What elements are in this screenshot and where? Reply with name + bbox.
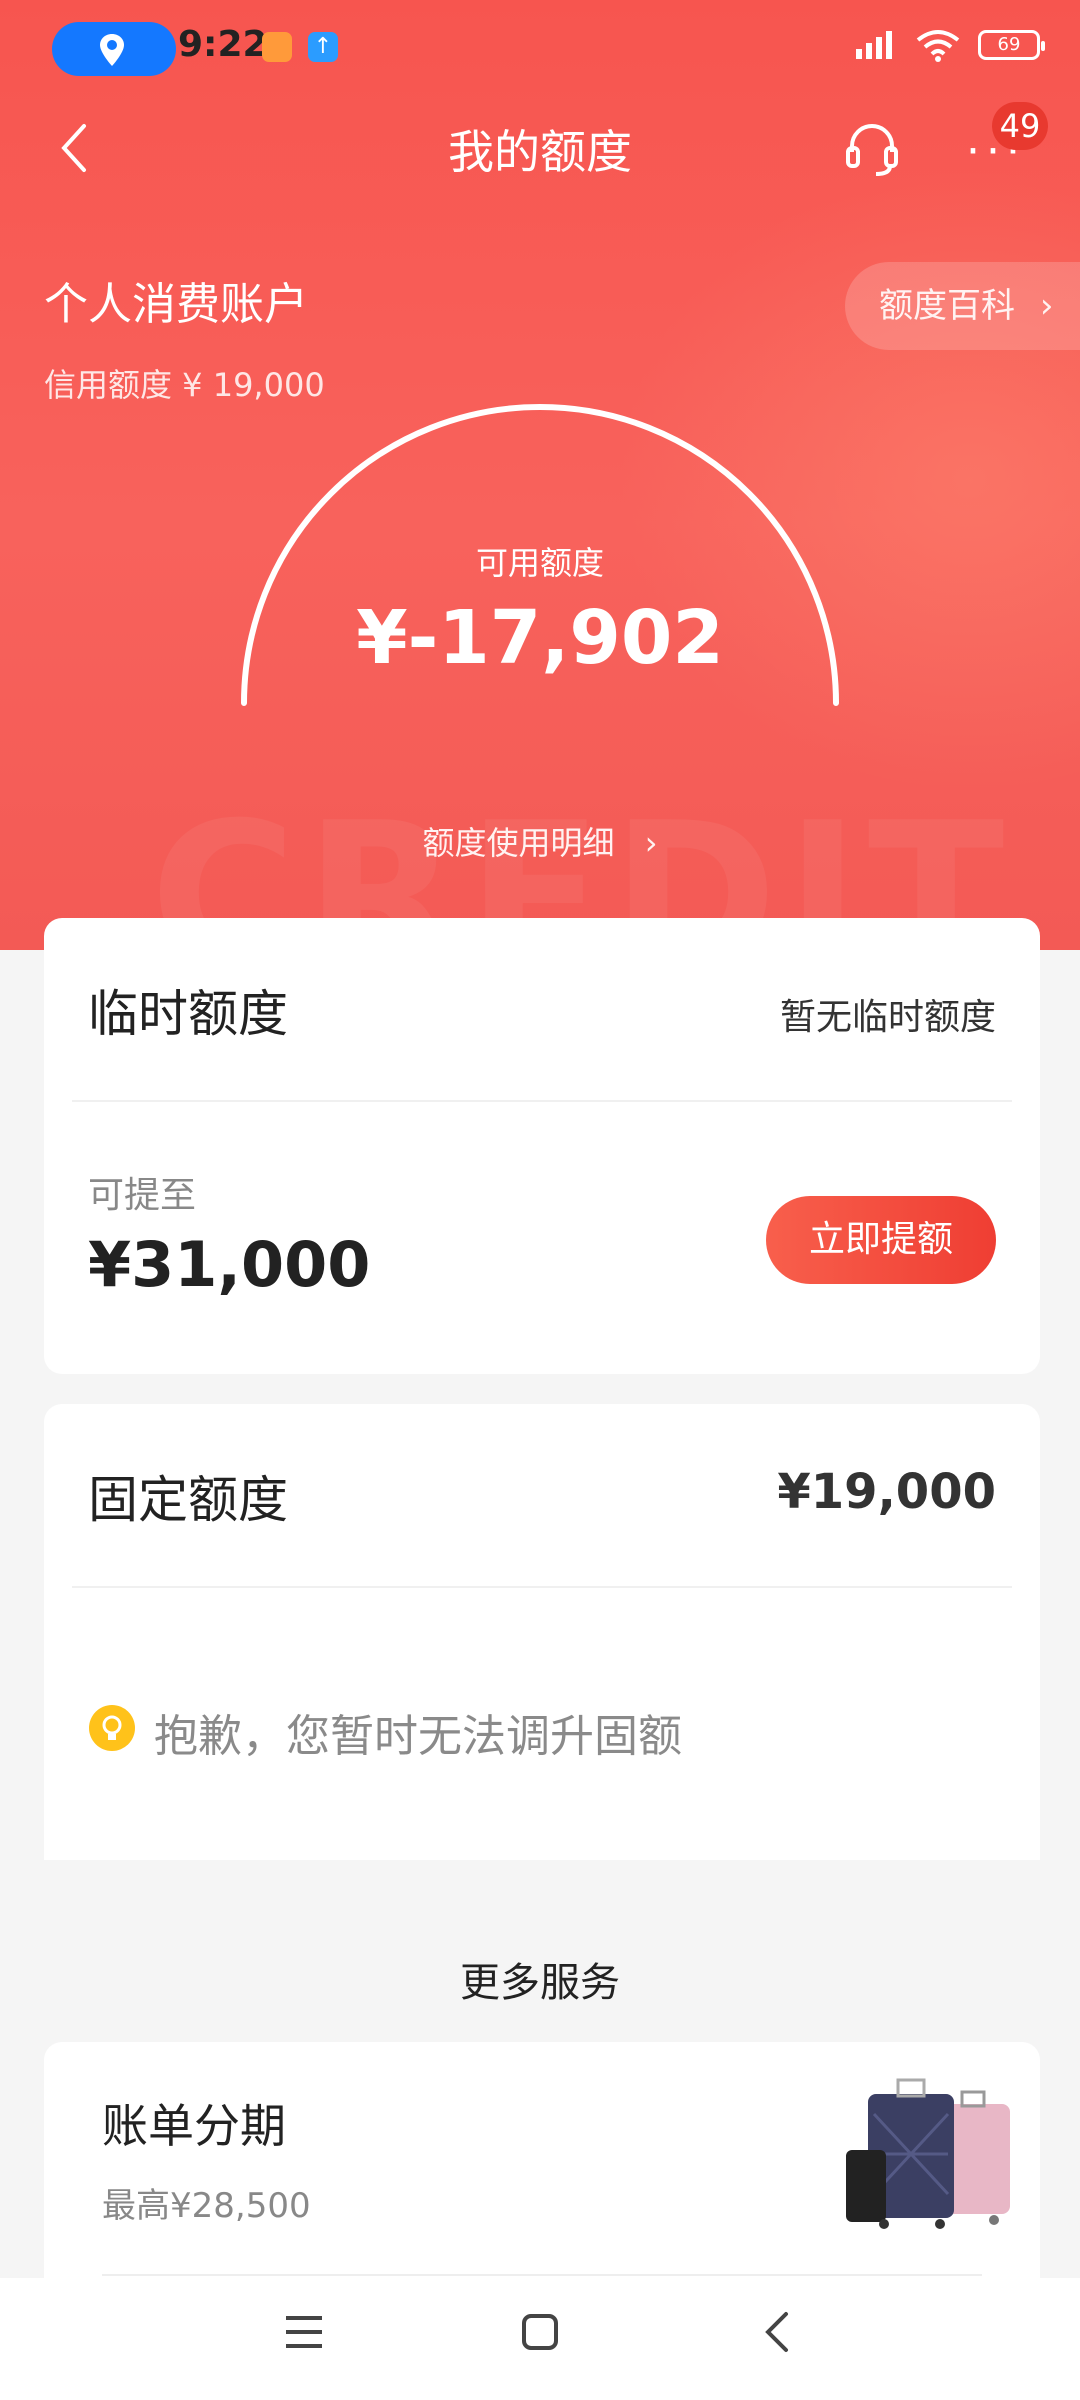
lightbulb-icon [89,1705,135,1751]
back-nav-icon[interactable] [756,2310,800,2354]
home-icon[interactable] [518,2310,562,2354]
service-title: 账单分期 [102,2099,286,2153]
temporary-limit-title: 临时额度 [88,985,288,1043]
usage-detail-link[interactable]: 额度使用明细 › [0,818,1080,864]
status-bar: 9:22 ↑ 69 [0,0,1080,100]
battery-indicator: 69 [978,30,1045,60]
system-nav-bar [0,2278,1080,2400]
customer-service-icon[interactable] [844,118,900,178]
limit-wiki-label: 额度百科 [879,286,1015,326]
raise-to-label: 可提至 [88,1175,197,1216]
top-nav: 我的额度 ··· 49 [0,100,1080,200]
account-title: 个人消费账户 [44,279,308,330]
hero-banner: CREDIT 9:22 ↑ 69 我的额度 ··· 49 个人消费账户 信用额度… [0,0,1080,950]
upload-app-icon: ↑ [308,32,338,62]
temporary-limit-card: 临时额度 暂无临时额度 可提至 ¥31,000 立即提额 [44,918,1040,1374]
temporary-limit-status: 暂无临时额度 [779,997,996,1038]
signal-icon [856,31,892,59]
usage-detail-label: 额度使用明细 [422,824,615,862]
card-divider [72,1586,1012,1588]
service-divider [102,2274,982,2276]
chevron-right-icon: › [644,824,658,862]
fixed-limit-notice: 抱歉，您暂时无法调升固额 [154,1711,682,1762]
menu-icon[interactable] [282,2310,326,2354]
notification-badge: 49 [992,102,1048,150]
location-pin-icon [100,34,124,66]
luggage-illustration [846,2078,1010,2229]
fixed-limit-amount: ¥19,000 [777,1464,996,1520]
available-limit-label: 可用额度 [475,544,604,582]
clock: 9:22 [178,24,268,65]
location-indicator [52,22,176,76]
raise-now-button[interactable]: 立即提额 [766,1196,996,1284]
more-services-heading: 更多服务 [460,1960,620,2006]
limit-wiki-link[interactable]: 额度百科 › [845,262,1080,350]
fixed-limit-title: 固定额度 [88,1471,288,1529]
raise-to-amount: ¥31,000 [88,1228,371,1301]
chevron-right-icon: › [1039,286,1054,326]
card-divider [72,1100,1012,1102]
available-limit-value: ¥-17,902 [356,595,724,681]
wifi-icon [916,30,960,62]
service-subtitle: 最高¥28,500 [102,2186,311,2226]
shopping-app-icon [262,32,292,62]
page-title: 我的额度 [448,125,632,179]
fixed-limit-card: 固定额度 ¥19,000 抱歉，您暂时无法调升固额 [44,1404,1040,1860]
